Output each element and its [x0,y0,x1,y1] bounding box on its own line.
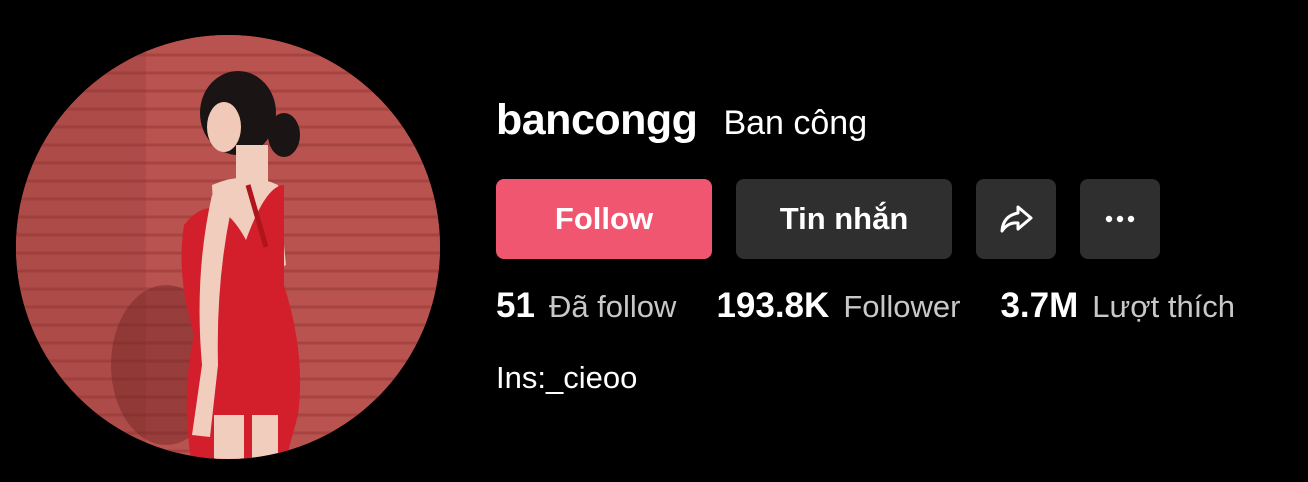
stat-label: Follower [843,289,961,324]
follow-button[interactable]: Follow [496,179,712,259]
stat-value: 193.8K [716,286,830,325]
profile-avatar[interactable] [16,35,440,459]
username: bancongg [496,96,698,144]
more-dots-icon [1105,215,1135,223]
profile-bio: Ins:_cieoo [496,360,638,395]
profile-info: bancongg Ban công Follow Tin nhắn 51 Đã … [496,96,1235,395]
message-button[interactable]: Tin nhắn [736,179,952,259]
more-button[interactable] [1080,179,1160,259]
share-button[interactable] [976,179,1056,259]
stat-likes: 3.7M Lượt thích [1000,286,1235,326]
stat-followers[interactable]: 193.8K Follower [716,286,960,326]
avatar-photo [16,35,440,459]
name-row: bancongg Ban công [496,96,867,156]
stat-label: Đã follow [548,289,677,324]
nickname: Ban công [723,104,868,142]
stat-value: 51 [496,286,535,325]
share-arrow-icon [1000,205,1033,233]
action-buttons: Follow Tin nhắn [496,179,1160,259]
stat-label: Lượt thích [1092,289,1236,324]
stats-row: 51 Đã follow 193.8K Follower 3.7M Lượt t… [496,286,1275,326]
stat-following[interactable]: 51 Đã follow [496,286,676,326]
stat-value: 3.7M [1000,286,1079,325]
